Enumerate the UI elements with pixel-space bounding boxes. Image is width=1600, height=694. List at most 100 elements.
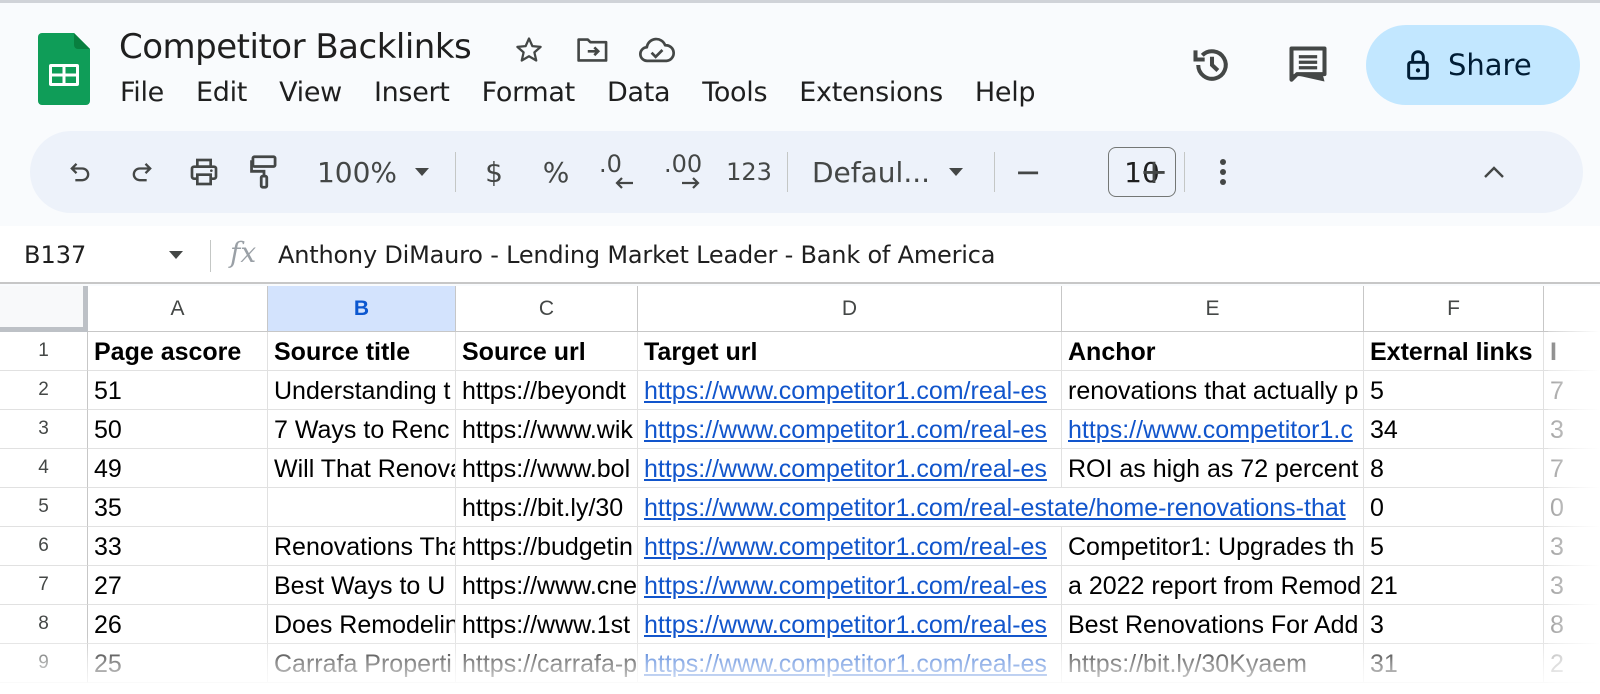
cell-c[interactable]: https://budgetin	[456, 527, 638, 566]
cell-f[interactable]: 3	[1364, 605, 1544, 644]
cell-f[interactable]: 31	[1364, 644, 1544, 683]
row-header[interactable]: 1	[0, 332, 88, 371]
cell-a[interactable]: 25	[88, 644, 268, 683]
cell-c[interactable]: https://www.wik	[456, 410, 638, 449]
cell-c[interactable]: https://carrafa-p	[456, 644, 638, 683]
cell-c[interactable]: https://bit.ly/30	[456, 488, 638, 527]
row-header[interactable]: 8	[0, 605, 88, 644]
row-header[interactable]: 5	[0, 488, 88, 527]
header-cell[interactable]: Page ascore	[88, 332, 268, 371]
cell-a[interactable]: 50	[88, 410, 268, 449]
cell-c[interactable]: https://www.1st	[456, 605, 638, 644]
menu-edit[interactable]: Edit	[180, 77, 263, 108]
column-header-e[interactable]: E	[1062, 286, 1364, 332]
column-header-d[interactable]: D	[638, 286, 1062, 332]
cell-c[interactable]: https://beyondt	[456, 371, 638, 410]
redo-button[interactable]	[122, 131, 162, 213]
undo-button[interactable]	[60, 131, 100, 213]
menu-format[interactable]: Format	[466, 77, 591, 108]
cell-b[interactable]: Best Ways to U	[268, 566, 456, 605]
cell-c[interactable]: https://www.bol	[456, 449, 638, 488]
cell-b[interactable]: Will That Renova	[268, 449, 456, 488]
cell-b[interactable]	[268, 488, 456, 527]
cell-e[interactable]: Competitor1: Upgrades th	[1062, 527, 1364, 566]
cell-e[interactable]: https://www.competitor1.c	[1062, 410, 1364, 449]
row-header[interactable]: 6	[0, 527, 88, 566]
cell-f[interactable]: 21	[1364, 566, 1544, 605]
menu-file[interactable]: File	[104, 77, 180, 108]
percent-format-button[interactable]: %	[538, 131, 574, 213]
cell-b[interactable]: Carrafa Properti	[268, 644, 456, 683]
cell-d[interactable]: https://www.competitor1.com/real-es	[638, 371, 1062, 410]
cell-e[interactable]: a 2022 report from Remod	[1062, 566, 1364, 605]
cell-d[interactable]: https://www.competitor1.com/real-es	[638, 566, 1062, 605]
cell-f[interactable]: 8	[1364, 449, 1544, 488]
comments-button[interactable]	[1284, 41, 1332, 89]
header-cell[interactable]: Source url	[456, 332, 638, 371]
cell-a[interactable]: 49	[88, 449, 268, 488]
cell-f[interactable]: 0	[1364, 488, 1544, 527]
formula-input[interactable]: Anthony DiMauro - Lending Market Leader …	[278, 226, 995, 284]
menu-insert[interactable]: Insert	[358, 77, 466, 108]
more-options-button[interactable]	[1206, 131, 1240, 213]
cell-a[interactable]: 35	[88, 488, 268, 527]
header-cell[interactable]: I	[1544, 332, 1600, 371]
header-cell[interactable]: Anchor	[1062, 332, 1364, 371]
cell-g[interactable]: 3	[1544, 566, 1600, 605]
currency-format-button[interactable]: $	[476, 131, 512, 213]
column-header-a[interactable]: A	[88, 286, 268, 332]
cell-f[interactable]: 5	[1364, 527, 1544, 566]
share-button[interactable]: Share	[1366, 25, 1580, 105]
cell-d[interactable]: https://www.competitor1.com/real-estate/…	[638, 488, 1364, 527]
cell-f[interactable]: 5	[1364, 371, 1544, 410]
cell-b[interactable]: Does Remodelin	[268, 605, 456, 644]
menu-help[interactable]: Help	[959, 77, 1051, 108]
cell-a[interactable]: 51	[88, 371, 268, 410]
cell-d[interactable]: https://www.competitor1.com/real-es	[638, 410, 1062, 449]
decrease-decimal-button[interactable]: .0	[596, 131, 642, 213]
column-header-f[interactable]: F	[1364, 286, 1544, 332]
cell-a[interactable]: 26	[88, 605, 268, 644]
zoom-dropdown-arrow[interactable]	[408, 131, 436, 213]
header-cell[interactable]: Target url	[638, 332, 1062, 371]
menu-extensions[interactable]: Extensions	[783, 77, 959, 108]
zoom-select[interactable]: 100%	[312, 131, 402, 213]
document-title[interactable]: Competitor Backlinks	[119, 27, 472, 67]
column-header-b[interactable]: B	[268, 286, 456, 332]
cell-b[interactable]: Understanding t	[268, 371, 456, 410]
name-box[interactable]: B137	[24, 226, 86, 284]
cell-a[interactable]: 33	[88, 527, 268, 566]
row-header[interactable]: 7	[0, 566, 88, 605]
cell-d[interactable]: https://www.competitor1.com/real-es	[638, 527, 1062, 566]
cell-a[interactable]: 27	[88, 566, 268, 605]
menu-data[interactable]: Data	[591, 77, 686, 108]
increase-decimal-button[interactable]: .00	[662, 131, 712, 213]
font-dropdown-arrow[interactable]	[942, 131, 970, 213]
header-cell[interactable]: Source title	[268, 332, 456, 371]
cell-e[interactable]: https://bit.ly/30Kyaem	[1062, 644, 1364, 683]
cell-f[interactable]: 34	[1364, 410, 1544, 449]
star-icon[interactable]	[510, 31, 548, 69]
paint-format-button[interactable]	[244, 131, 284, 213]
sheets-logo-icon[interactable]	[38, 33, 90, 105]
cell-e[interactable]: Best Renovations For Add	[1062, 605, 1364, 644]
row-header[interactable]: 2	[0, 371, 88, 410]
cell-d[interactable]: https://www.competitor1.com/real-es	[638, 644, 1062, 683]
cell-d[interactable]: https://www.competitor1.com/real-es	[638, 449, 1062, 488]
version-history-button[interactable]	[1188, 41, 1236, 89]
column-header-g[interactable]	[1544, 286, 1600, 332]
cell-d[interactable]: https://www.competitor1.com/real-es	[638, 605, 1062, 644]
row-header[interactable]: 9	[0, 644, 88, 683]
row-header[interactable]: 3	[0, 410, 88, 449]
print-button[interactable]	[184, 131, 224, 213]
cell-c[interactable]: https://www.cne	[456, 566, 638, 605]
increase-font-size-button[interactable]: +	[1136, 131, 1172, 213]
cell-g[interactable]: 2	[1544, 644, 1600, 683]
menu-tools[interactable]: Tools	[686, 77, 783, 108]
cell-g[interactable]: 7	[1544, 449, 1600, 488]
menu-view[interactable]: View	[263, 77, 358, 108]
column-header-c[interactable]: C	[456, 286, 638, 332]
row-header[interactable]: 4	[0, 449, 88, 488]
font-family-select[interactable]: Defaul...	[812, 131, 930, 213]
folder-move-icon[interactable]	[574, 31, 612, 69]
